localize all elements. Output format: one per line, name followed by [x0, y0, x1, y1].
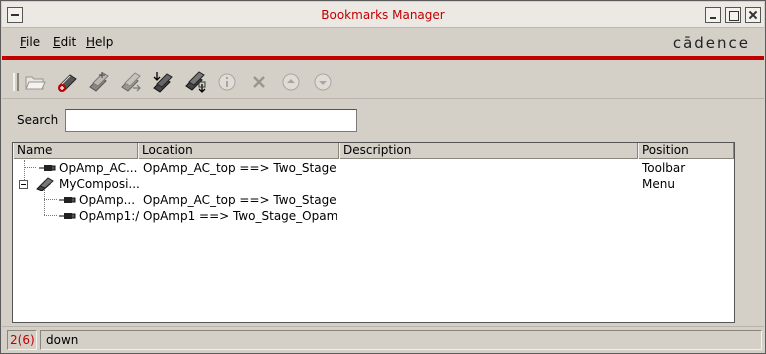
selection-count: 2(6): [7, 330, 37, 350]
table-header: Name Location Description Position: [13, 143, 734, 159]
open-folder-icon[interactable]: [23, 70, 47, 94]
move-up-icon[interactable]: [279, 70, 303, 94]
bookmark-icon: [57, 209, 77, 223]
bookmarks-table: Name Location Description Position OpAmp…: [12, 142, 735, 323]
status-bar: 2(6) down: [2, 326, 764, 352]
column-header-location[interactable]: Location: [138, 143, 339, 159]
row-name: MyComposi...: [59, 177, 139, 191]
menu-help-accel: H: [86, 35, 96, 49]
table-row[interactable]: MyComposi... Menu: [13, 176, 734, 192]
folder-bookmark-icon: [36, 177, 56, 191]
status-message: down: [40, 330, 762, 350]
menu-help[interactable]: Help: [86, 35, 113, 49]
title-bar: Bookmarks Manager: [2, 2, 764, 28]
delete-icon[interactable]: [247, 70, 271, 94]
table-row[interactable]: OpAmp... OpAmp_AC_top ==> Two_Stage...: [13, 192, 734, 208]
menu-edit[interactable]: Edit: [53, 35, 76, 49]
toolbar: [2, 61, 764, 99]
column-header-position[interactable]: Position: [638, 143, 734, 159]
menu-edit-accel: E: [53, 35, 61, 49]
row-name: OpAmp1:/: [79, 209, 139, 223]
search-label: Search: [17, 113, 59, 127]
row-position: Menu: [642, 177, 675, 191]
grip-icon[interactable]: [13, 73, 19, 91]
menu-help-label: elp: [95, 35, 114, 49]
collapse-toggle-icon[interactable]: [19, 180, 28, 189]
menu-file-label: ile: [26, 35, 41, 49]
menu-edit-label: dit: [60, 35, 77, 49]
close-button[interactable]: [745, 7, 761, 23]
row-name: OpAmp_AC...: [59, 161, 138, 175]
brand-accent-line: [2, 56, 764, 60]
move-icon[interactable]: [119, 70, 143, 94]
bookmarks-manager-window: Bookmarks Manager File Edit Help cādence: [0, 0, 766, 354]
table-row[interactable]: OpAmp_AC... OpAmp_AC_top ==> Two_Stage..…: [13, 160, 734, 176]
search-input[interactable]: [65, 109, 357, 132]
row-location: OpAmp_AC_top ==> Two_Stage...: [143, 161, 337, 175]
bookmark-icon: [57, 193, 77, 207]
menu-bar: File Edit Help cādence: [2, 29, 764, 57]
export-icon[interactable]: [183, 70, 207, 94]
bookmark-icon: [37, 161, 57, 175]
maximize-button[interactable]: [725, 7, 741, 23]
column-header-name[interactable]: Name: [13, 143, 138, 159]
row-position: Toolbar: [642, 161, 686, 175]
minimize-button[interactable]: [705, 7, 721, 23]
row-name: OpAmp...: [79, 193, 136, 207]
cadence-logo: cādence: [672, 34, 750, 52]
info-icon[interactable]: [215, 70, 239, 94]
window-title: Bookmarks Manager: [321, 8, 445, 22]
import-icon[interactable]: [151, 70, 175, 94]
add-bookmark-icon[interactable]: [55, 70, 79, 94]
menu-file[interactable]: File: [20, 35, 40, 49]
row-location: OpAmp1 ==> Two_Stage_Opam...: [143, 209, 337, 223]
row-location: OpAmp_AC_top ==> Two_Stage...: [143, 193, 337, 207]
new-folder-icon[interactable]: [87, 70, 111, 94]
table-row[interactable]: OpAmp1:/ OpAmp1 ==> Two_Stage_Opam...: [13, 208, 734, 224]
move-down-icon[interactable]: [311, 70, 335, 94]
column-header-description[interactable]: Description: [339, 143, 638, 159]
